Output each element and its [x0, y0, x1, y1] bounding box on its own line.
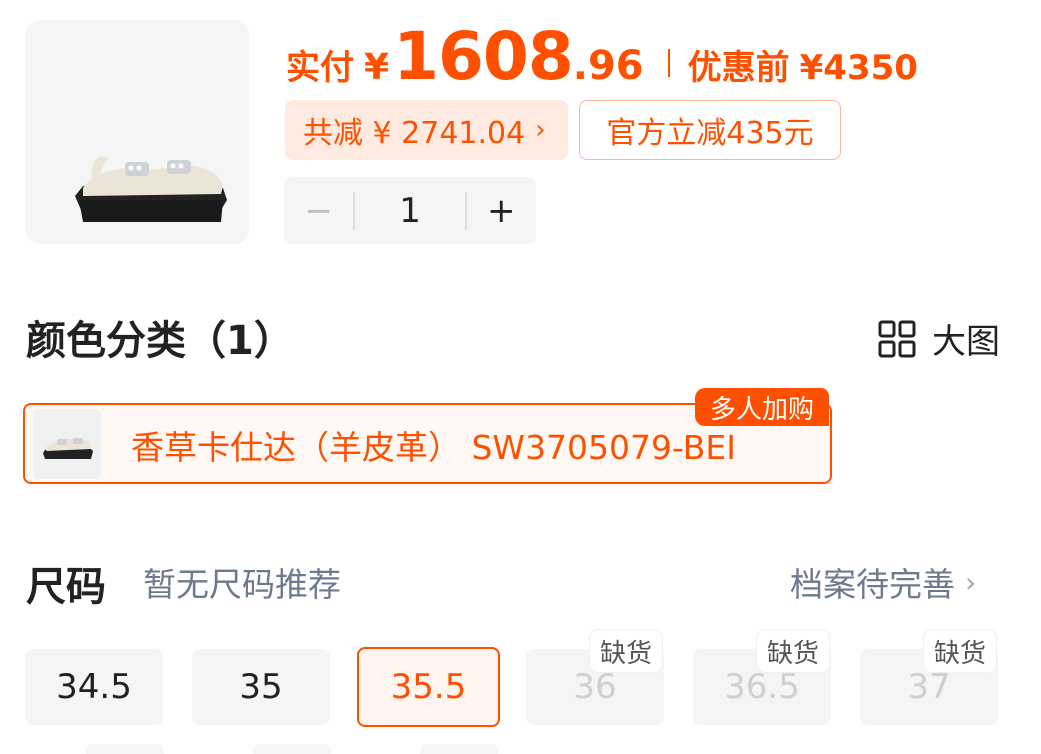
currency-symbol: ¥ [364, 47, 390, 88]
quantity-value[interactable]: 1 [355, 191, 464, 231]
out-of-stock-tag: 缺货 [924, 630, 996, 672]
size-option-selected[interactable]: 35.5 [357, 647, 500, 727]
big-image-label: 大图 [932, 322, 1000, 362]
increment-button[interactable]: + [467, 191, 536, 231]
variant-thumbnail [33, 409, 101, 479]
total-discount-chip[interactable]: 共减 ¥ 2741.04 › [285, 100, 568, 160]
size-recommendation-text: 暂无尺码推荐 [143, 565, 341, 604]
total-discount-text: 共减 ¥ 2741.04 [303, 116, 526, 151]
price-row: 实付 ¥ 1608 .96 优惠前 ¥4350 [286, 18, 918, 95]
out-of-stock-tag: 缺货 [590, 630, 662, 672]
official-discount-chip: 官方立减435元 [579, 100, 841, 160]
profile-link-label: 档案待完善 [790, 565, 955, 604]
popular-badge: 多人加购 [695, 388, 829, 426]
big-image-toggle[interactable]: 大图 [878, 314, 1000, 363]
price-integer: 1608 [393, 18, 574, 95]
sandal-image [75, 156, 227, 222]
size-row-peek [86, 744, 164, 754]
size-option[interactable]: 34.5 [25, 649, 163, 725]
chevron-right-icon: › [535, 115, 546, 145]
quantity-stepper: − 1 + [284, 177, 536, 244]
original-price-label: 优惠前 [687, 48, 790, 88]
price-divider [667, 49, 670, 77]
size-row-peek [253, 744, 331, 754]
original-price: ¥4350 [799, 48, 918, 88]
size-section-title: 尺码 [26, 564, 106, 610]
decrement-button[interactable]: − [284, 191, 353, 231]
size-row-peek [420, 744, 498, 754]
grid-icon [878, 320, 916, 357]
profile-link[interactable]: 档案待完善 › [790, 558, 976, 606]
out-of-stock-tag: 缺货 [757, 630, 829, 672]
color-section-title: 颜色分类（1） [26, 318, 294, 364]
variant-name: 香草卡仕达（羊皮革） SW3705079-BEI [131, 428, 736, 467]
paid-label: 实付 [286, 48, 354, 88]
chevron-right-icon: › [965, 565, 977, 599]
sandal-image [43, 438, 93, 459]
product-thumbnail[interactable] [25, 20, 249, 244]
price-decimal: .96 [572, 43, 644, 89]
size-option[interactable]: 35 [192, 649, 330, 725]
